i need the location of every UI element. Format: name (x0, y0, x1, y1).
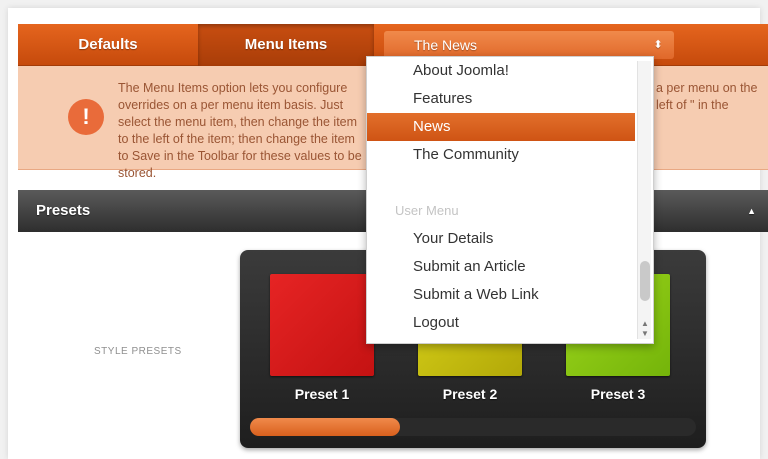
menu-item-select[interactable]: The News ⬍ (384, 31, 674, 59)
select-arrows-icon: ⬍ (653, 39, 663, 51)
dropdown-scrollbar[interactable]: ▲ ▼ (637, 61, 651, 339)
dropdown-item-about-joomla[interactable]: About Joomla! (367, 57, 635, 85)
dropdown-item-submit-article[interactable]: Submit an Article (367, 253, 635, 281)
dropdown-item-features[interactable]: Features (367, 85, 635, 113)
dropdown-item-your-details[interactable]: Your Details (367, 225, 635, 253)
dropdown-item-the-community[interactable]: The Community (367, 141, 635, 169)
menu-item-dropdown: About Joomla! Features News The Communit… (366, 56, 654, 344)
warning-icon: ! (68, 99, 104, 135)
dropdown-group-user-menu: User Menu (395, 203, 459, 218)
preset-scrollbar-thumb[interactable] (250, 418, 400, 436)
menu-item-select-value: The News (414, 37, 478, 53)
dropdown-item-submit-web-link[interactable]: Submit a Web Link (367, 281, 635, 309)
scroll-arrows-icon[interactable]: ▲ ▼ (638, 319, 652, 339)
dropdown-scrollbar-thumb[interactable] (640, 261, 650, 301)
preset-1-label: Preset 1 (294, 386, 350, 402)
preset-scrollbar[interactable] (250, 418, 696, 436)
presets-title: Presets (36, 202, 91, 219)
collapse-arrow-icon[interactable]: ▲ (747, 190, 756, 232)
tab-menu-items[interactable]: Menu Items (198, 24, 374, 66)
preset-3-label: Preset 3 (590, 386, 646, 402)
notice-text-right: a per menu on the left of " in the (656, 81, 758, 112)
style-presets-label: STYLE PRESETS (94, 346, 182, 357)
notice-text: The Menu Items option lets you configure… (118, 81, 362, 180)
preset-2-label: Preset 2 (442, 386, 498, 402)
dropdown-item-news[interactable]: News (367, 113, 635, 141)
preset-1-swatch[interactable] (270, 274, 374, 376)
dropdown-item-logout[interactable]: Logout (367, 309, 635, 337)
tab-defaults[interactable]: Defaults (18, 24, 198, 66)
